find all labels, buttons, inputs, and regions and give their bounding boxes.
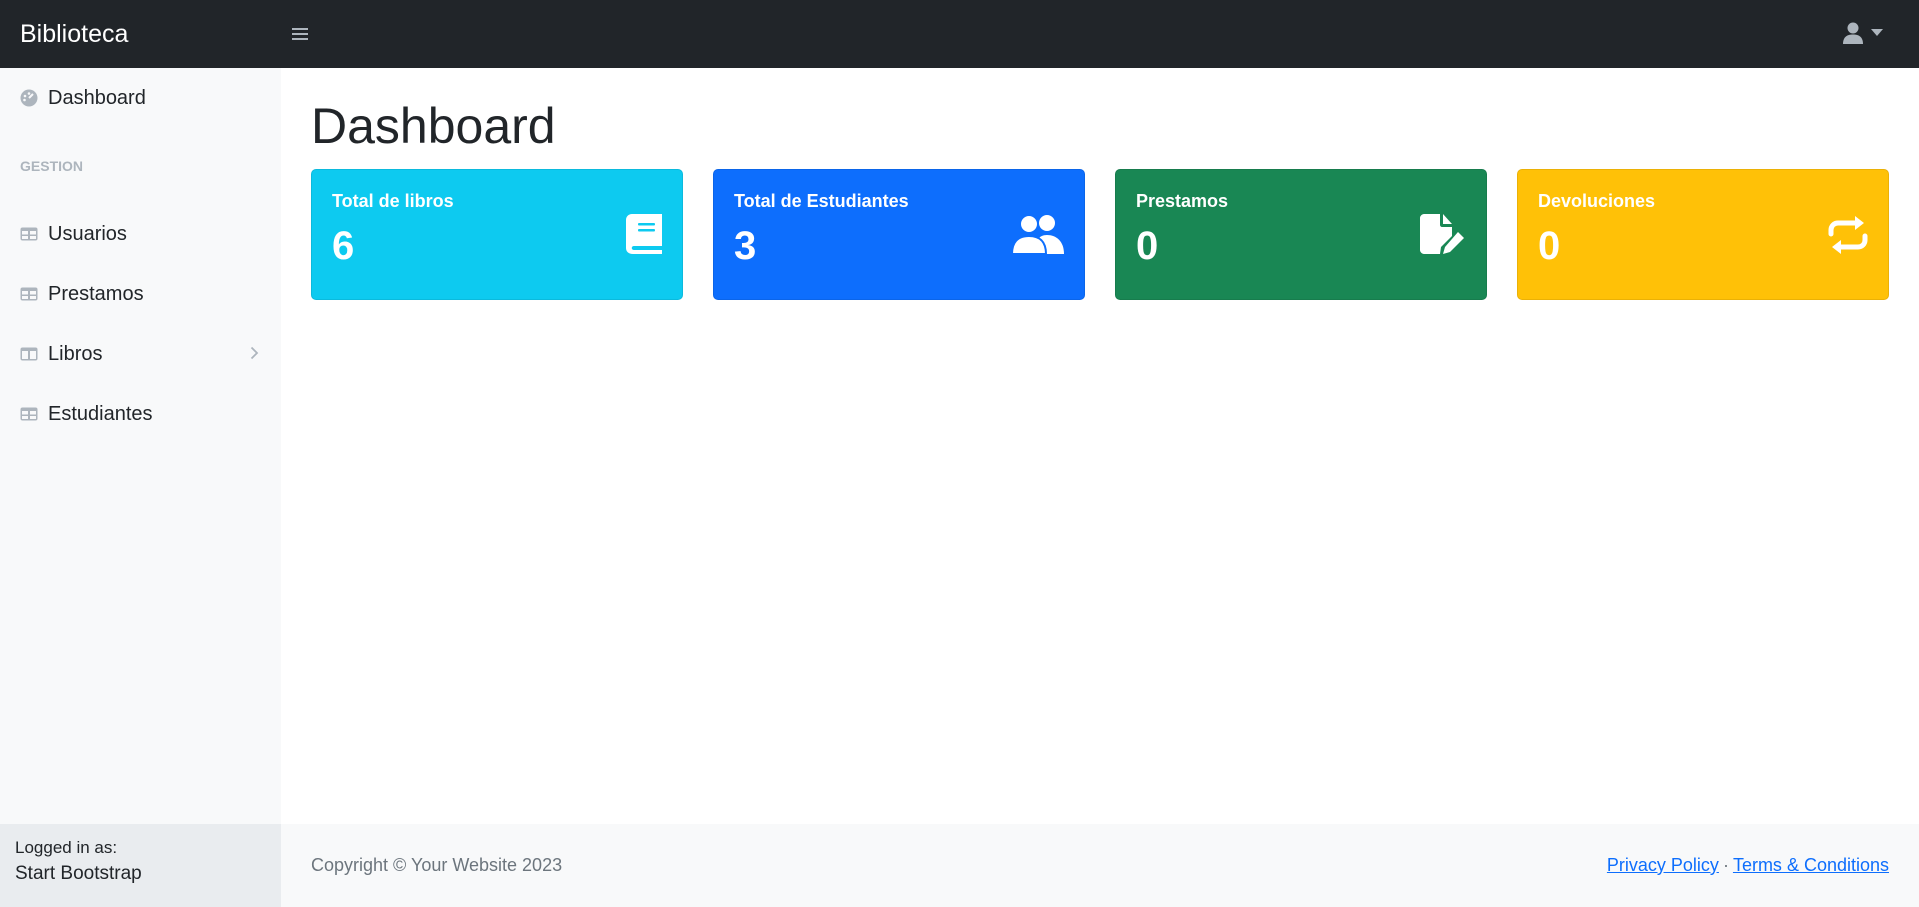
sidebar-item-dashboard[interactable]: Dashboard bbox=[0, 68, 281, 128]
sidebar-item-prestamos[interactable]: Prestamos bbox=[0, 264, 281, 324]
sidebar-item-label: Dashboard bbox=[48, 86, 146, 109]
caret-down-icon bbox=[1871, 29, 1883, 36]
sidebar-footer: Logged in as: Start Bootstrap bbox=[0, 824, 281, 907]
card-devoluciones[interactable]: Devoluciones 0 bbox=[1517, 169, 1889, 300]
user-icon bbox=[1843, 22, 1863, 44]
table-icon bbox=[20, 227, 48, 241]
gauge-icon bbox=[20, 89, 48, 107]
chevron-right-icon bbox=[250, 343, 259, 366]
privacy-policy-link[interactable]: Privacy Policy bbox=[1607, 855, 1719, 875]
columns-icon bbox=[20, 347, 48, 361]
sidebar-item-libros[interactable]: Libros bbox=[0, 324, 281, 384]
terms-link[interactable]: Terms & Conditions bbox=[1733, 855, 1889, 875]
table-icon bbox=[20, 407, 48, 421]
main-content: Dashboard Total de libros 6 Total de Est… bbox=[281, 68, 1919, 824]
users-icon bbox=[1010, 214, 1064, 259]
page-footer: Copyright © Your Website 2023 Privacy Po… bbox=[281, 824, 1919, 907]
card-label: Devoluciones bbox=[1538, 191, 1656, 211]
logged-in-user: Start Bootstrap bbox=[15, 863, 142, 884]
card-value: 0 bbox=[1538, 224, 1561, 268]
sidebar: Dashboard GESTION Usuarios Prestamos Lib… bbox=[0, 68, 281, 907]
repeat-icon bbox=[1828, 214, 1868, 261]
stats-cards: Total de libros 6 Total de Estudiantes 3… bbox=[311, 169, 1889, 300]
card-total-estudiantes[interactable]: Total de Estudiantes 3 bbox=[713, 169, 1085, 300]
card-label: Prestamos bbox=[1136, 191, 1229, 211]
menu-icon bbox=[292, 28, 308, 40]
sidebar-item-usuarios[interactable]: Usuarios bbox=[0, 204, 281, 264]
brand-logo[interactable]: Biblioteca bbox=[0, 20, 280, 49]
card-value: 0 bbox=[1136, 224, 1159, 268]
card-label: Total de libros bbox=[332, 191, 454, 211]
card-prestamos[interactable]: Prestamos 0 bbox=[1115, 169, 1487, 300]
card-total-libros[interactable]: Total de libros 6 bbox=[311, 169, 683, 300]
sidebar-item-label: Estudiantes bbox=[48, 402, 153, 425]
card-label: Total de Estudiantes bbox=[734, 191, 909, 211]
file-pen-icon bbox=[1420, 214, 1466, 261]
sidebar-item-estudiantes[interactable]: Estudiantes bbox=[0, 384, 281, 444]
top-navbar: Biblioteca bbox=[0, 0, 1919, 68]
logged-in-label: Logged in as: bbox=[15, 838, 118, 857]
table-icon bbox=[20, 287, 48, 301]
footer-separator: · bbox=[1722, 855, 1729, 875]
sidebar-item-label: Prestamos bbox=[48, 282, 144, 305]
book-icon bbox=[626, 214, 662, 259]
sidebar-heading: GESTION bbox=[20, 158, 84, 174]
sidebar-item-label: Libros bbox=[48, 342, 103, 365]
user-menu-dropdown[interactable] bbox=[1843, 22, 1883, 44]
sidebar-toggle-button[interactable] bbox=[280, 14, 320, 54]
page-title: Dashboard bbox=[311, 98, 556, 154]
card-value: 6 bbox=[332, 224, 355, 268]
sidebar-item-label: Usuarios bbox=[48, 222, 127, 245]
copyright-text: Copyright © Your Website 2023 bbox=[311, 855, 563, 875]
footer-links: Privacy Policy · Terms & Conditions bbox=[1607, 855, 1889, 876]
